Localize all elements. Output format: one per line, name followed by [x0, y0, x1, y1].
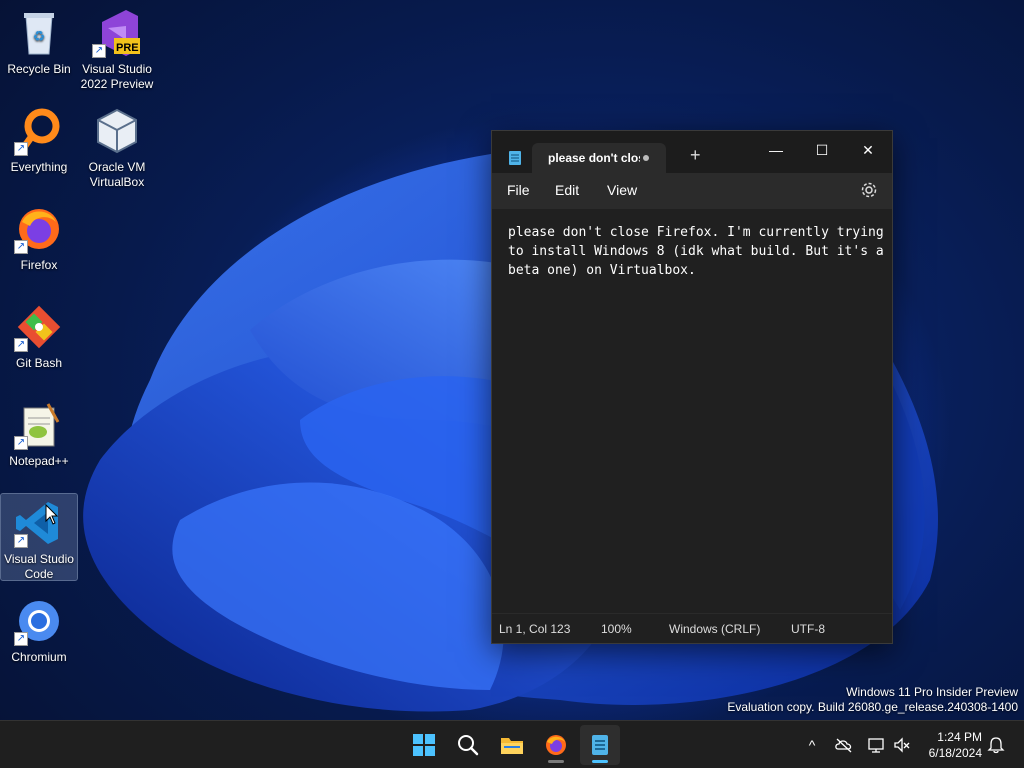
menu-file[interactable]: File — [507, 182, 530, 198]
desktop-icon-vscode[interactable]: ↗ Visual Studio Code — [0, 493, 78, 581]
notepad-app-icon — [509, 151, 521, 165]
notepad-tab[interactable]: please don't close Firefox — [532, 143, 666, 173]
search-icon — [458, 735, 479, 756]
desktop-icon-label: Recycle Bin — [7, 62, 71, 76]
notepad-text-editor[interactable]: please don't close Firefox. I'm currentl… — [492, 209, 892, 615]
desktop-icon-everything[interactable]: ↗ Everything — [1, 102, 77, 188]
taskbar-clock[interactable]: 1:24 PM 6/18/2024 — [918, 729, 982, 761]
network-icon[interactable] — [866, 735, 886, 755]
taskbar-file-explorer[interactable] — [492, 725, 532, 765]
visual-studio-icon: PRE ↗ — [92, 8, 142, 58]
watermark-line2: Evaluation copy. Build 26080.ge_release.… — [727, 700, 1018, 714]
notepad-menubar: File Edit View — [492, 173, 892, 209]
running-indicator — [548, 760, 564, 763]
desktop-icon-label: Git Bash — [15, 356, 63, 370]
menu-view[interactable]: View — [607, 182, 637, 198]
encoding: UTF-8 — [791, 622, 825, 636]
close-button[interactable]: ✕ — [848, 137, 888, 163]
git-bash-icon: ↗ — [14, 302, 64, 352]
desktop-icon-notepad-plus-plus[interactable]: ↗ Notepad++ — [1, 396, 77, 482]
desktop-icon-label: Visual Studio Code — [4, 552, 74, 581]
line-ending: Windows (CRLF) — [669, 622, 761, 636]
desktop-icon-firefox[interactable]: ↗ Firefox — [1, 200, 77, 286]
onedrive-offline-icon[interactable] — [834, 735, 854, 755]
chevron-up-icon[interactable]: ^ — [802, 735, 822, 755]
start-icon — [413, 734, 435, 756]
mouse-cursor-icon — [45, 504, 59, 525]
desktop-icon-label: Chromium — [11, 650, 67, 664]
pre-badge: PRE — [116, 42, 139, 54]
notification-bell-icon[interactable] — [986, 735, 1006, 755]
settings-gear-icon[interactable] — [860, 181, 878, 199]
everything-search-icon: ↗ — [14, 106, 64, 156]
notepad-plus-plus-icon: ↗ — [14, 400, 64, 450]
shortcut-arrow-icon: ↗ — [92, 44, 106, 58]
tab-title: please don't close Firefox — [548, 151, 640, 165]
new-tab-button[interactable]: + — [690, 145, 701, 166]
firefox-icon: ↗ — [14, 204, 64, 254]
shortcut-arrow-icon: ↗ — [14, 436, 28, 450]
desktop-icon-label: Visual Studio 2022 Preview — [80, 62, 154, 91]
desktop-icon-label: Oracle VM VirtualBox — [88, 160, 146, 189]
desktop-icon-label: Notepad++ — [9, 454, 69, 468]
file-explorer-icon — [501, 738, 523, 754]
start-button[interactable] — [404, 725, 444, 765]
taskbar-firefox[interactable] — [536, 725, 576, 765]
taskbar: ^ 1:24 PM 6/18/2024 — [0, 720, 1024, 768]
watermark-line1: Windows 11 Pro Insider Preview — [846, 685, 1018, 699]
menu-edit[interactable]: Edit — [555, 182, 579, 198]
active-indicator — [592, 760, 608, 763]
desktop-icon-chromium[interactable]: ↗ Chromium — [1, 592, 77, 678]
virtualbox-icon — [92, 106, 142, 156]
unsaved-indicator-icon — [643, 155, 649, 161]
shortcut-arrow-icon: ↗ — [14, 338, 28, 352]
volume-muted-icon[interactable] — [892, 735, 912, 755]
desktop-icon-recycle-bin[interactable]: ♻ Recycle Bin — [1, 4, 77, 90]
shortcut-arrow-icon: ↗ — [14, 534, 28, 548]
desktop-icon-label: Firefox — [20, 258, 58, 272]
notepad-icon — [592, 735, 608, 755]
chromium-icon: ↗ — [14, 596, 64, 646]
desktop-icon-git-bash[interactable]: ↗ Git Bash — [1, 298, 77, 384]
recycle-bin-icon: ♻ — [14, 8, 64, 58]
minimize-button[interactable]: — — [756, 137, 796, 163]
evaluation-watermark: Windows 11 Pro Insider Preview Evaluatio… — [727, 685, 1018, 715]
shortcut-arrow-icon: ↗ — [14, 632, 28, 646]
notepad-titlebar[interactable]: please don't close Firefox + — ☐ ✕ — [492, 131, 892, 173]
clock-date: 6/18/2024 — [928, 746, 982, 760]
notepad-statusbar: Ln 1, Col 123 100% Windows (CRLF) UTF-8 — [492, 613, 892, 643]
maximize-button[interactable]: ☐ — [802, 137, 842, 163]
shortcut-arrow-icon: ↗ — [14, 142, 28, 156]
firefox-icon — [546, 735, 566, 755]
desktop-icon-visual-studio[interactable]: PRE ↗ Visual Studio 2022 Preview — [79, 4, 155, 91]
clock-time: 1:24 PM — [937, 730, 982, 744]
zoom-level: 100% — [601, 622, 632, 636]
cursor-position: Ln 1, Col 123 — [499, 622, 571, 636]
shortcut-arrow-icon: ↗ — [14, 240, 28, 254]
taskbar-search-button[interactable] — [448, 725, 488, 765]
desktop-icon-virtualbox[interactable]: Oracle VM VirtualBox — [79, 102, 155, 189]
svg-text:♻: ♻ — [33, 28, 46, 44]
notepad-window[interactable]: please don't close Firefox + — ☐ ✕ File … — [491, 130, 893, 644]
taskbar-notepad[interactable] — [580, 725, 620, 765]
desktop-icon-label: Everything — [10, 160, 68, 174]
